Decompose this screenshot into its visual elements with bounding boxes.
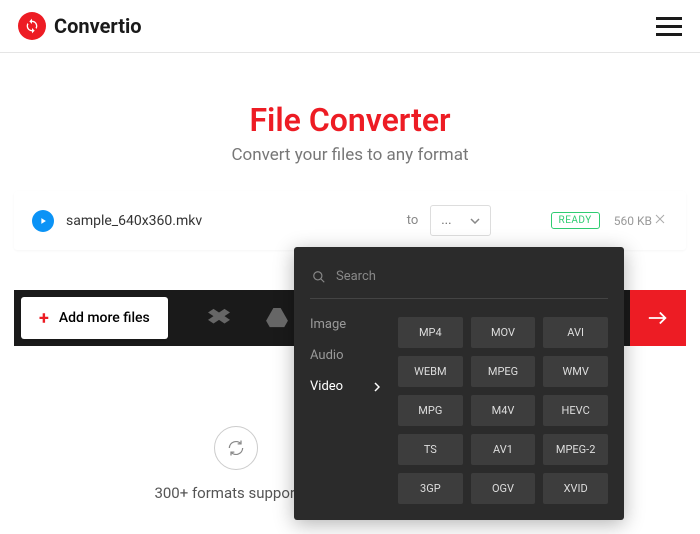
feature-formats-text: 300+ formats supported [154,484,316,502]
category-video[interactable]: Video [310,379,380,394]
format-search-input[interactable] [336,269,606,284]
format-dropdown-panel: Image Audio Video MP4 MOV AVI WEBM MPEG … [294,247,624,520]
refresh-icon [214,426,258,470]
format-option[interactable]: WMV [543,356,608,387]
page-subtitle: Convert your files to any format [20,145,680,165]
file-name: sample_640x360.mkv [66,213,395,229]
convert-button[interactable] [630,290,686,346]
format-dropdown[interactable]: ... [430,205,490,236]
google-drive-icon[interactable] [266,308,288,328]
format-option[interactable]: MPEG-2 [543,434,608,465]
format-option[interactable]: MPEG [471,356,536,387]
logo[interactable]: Convertio [18,12,142,40]
file-type-icon [32,210,54,232]
file-size: 560 KB [614,214,652,228]
format-option[interactable]: WEBM [398,356,463,387]
add-more-files-button[interactable]: + Add more files [21,297,168,339]
search-icon [312,270,326,284]
logo-icon [18,12,46,40]
brand-name: Convertio [54,14,142,38]
format-option[interactable]: MPG [398,395,463,426]
chevron-down-icon [470,218,480,224]
add-more-label: Add more files [59,310,150,326]
format-selected: ... [441,213,451,228]
remove-file-button[interactable] [652,211,668,231]
format-option[interactable]: OGV [471,473,536,504]
format-option[interactable]: XVID [543,473,608,504]
plus-icon: + [39,308,49,329]
format-option[interactable]: M4V [471,395,536,426]
file-row: sample_640x360.mkv to ... READY 560 KB [14,191,686,250]
category-audio[interactable]: Audio [310,348,380,363]
format-option[interactable]: 3GP [398,473,463,504]
format-option[interactable]: HEVC [543,395,608,426]
format-option[interactable]: TS [398,434,463,465]
menu-button[interactable] [656,17,682,36]
dropbox-icon[interactable] [208,308,230,328]
format-option[interactable]: AV1 [471,434,536,465]
chevron-right-icon [374,382,380,392]
to-label: to [407,213,419,228]
page-title: File Converter [20,101,680,139]
status-badge: READY [551,212,600,229]
